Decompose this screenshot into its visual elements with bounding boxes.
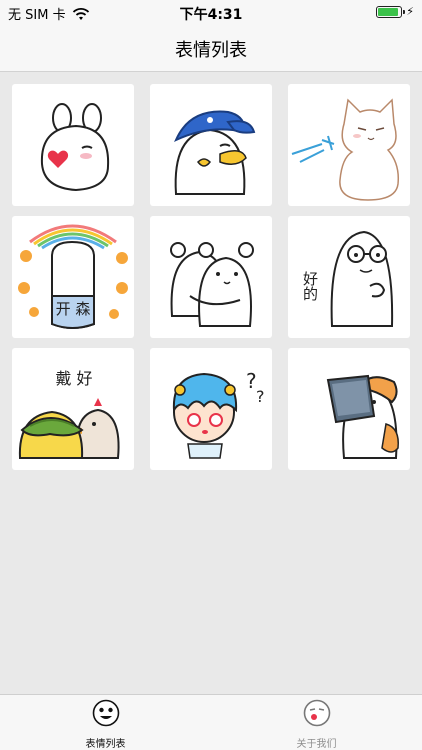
blue-hair-image: ? ?: [172, 369, 265, 459]
glasses-caption: 好的: [301, 271, 319, 302]
duck-cap-image: [174, 110, 256, 195]
sticker-white-bunny-heart[interactable]: [12, 84, 134, 206]
hamster-tablet-image: [326, 374, 399, 459]
sticker-duck-blue-cap[interactable]: [150, 84, 272, 206]
sticker-rainbow-happy[interactable]: 开 森: [12, 216, 134, 338]
page-title: 表情列表: [175, 40, 247, 61]
charging-icon: ⚡: [406, 5, 414, 18]
rainbow-image: 开 森: [18, 224, 128, 329]
tab-about-us-label: 关于我们: [296, 739, 337, 750]
cat-splash-image: [291, 98, 400, 201]
emoji-face-icon: [92, 699, 119, 727]
sticker-chick-and-hen[interactable]: 戴 好: [12, 348, 134, 470]
tab-about-us[interactable]: 关于我们: [211, 699, 422, 750]
chick-caption: 戴 好: [55, 369, 92, 388]
svg-text:?: ?: [256, 387, 265, 406]
status-bar: 无 SIM 卡 下午4:31 ⚡: [0, 0, 422, 26]
tab-emoji-list-label: 表情列表: [85, 739, 126, 750]
chick-hen-image: 戴 好: [18, 369, 120, 459]
bear-hug-image: [170, 242, 254, 327]
sticker-glasses-guy-ok[interactable]: 好的: [288, 216, 410, 338]
sticker-white-cat-splash[interactable]: [288, 84, 410, 206]
navigation-bar: 表情列表: [0, 26, 422, 72]
sticker-blue-hair-confused[interactable]: ? ?: [150, 348, 272, 470]
sticker-bear-hug[interactable]: [150, 216, 272, 338]
sticker-hamster-tablet[interactable]: [288, 348, 410, 470]
emoji-face-icon: [303, 699, 330, 727]
glasses-guy-image: 好的: [301, 230, 394, 327]
bunny-heart-image: [40, 103, 110, 192]
status-time: 下午4:31: [179, 7, 243, 23]
battery-icon: [376, 5, 406, 18]
rainbow-caption: 开 森: [56, 300, 91, 318]
tab-emoji-list[interactable]: 表情列表: [0, 699, 211, 750]
tab-bar: 表情列表 关于我们: [0, 694, 422, 750]
